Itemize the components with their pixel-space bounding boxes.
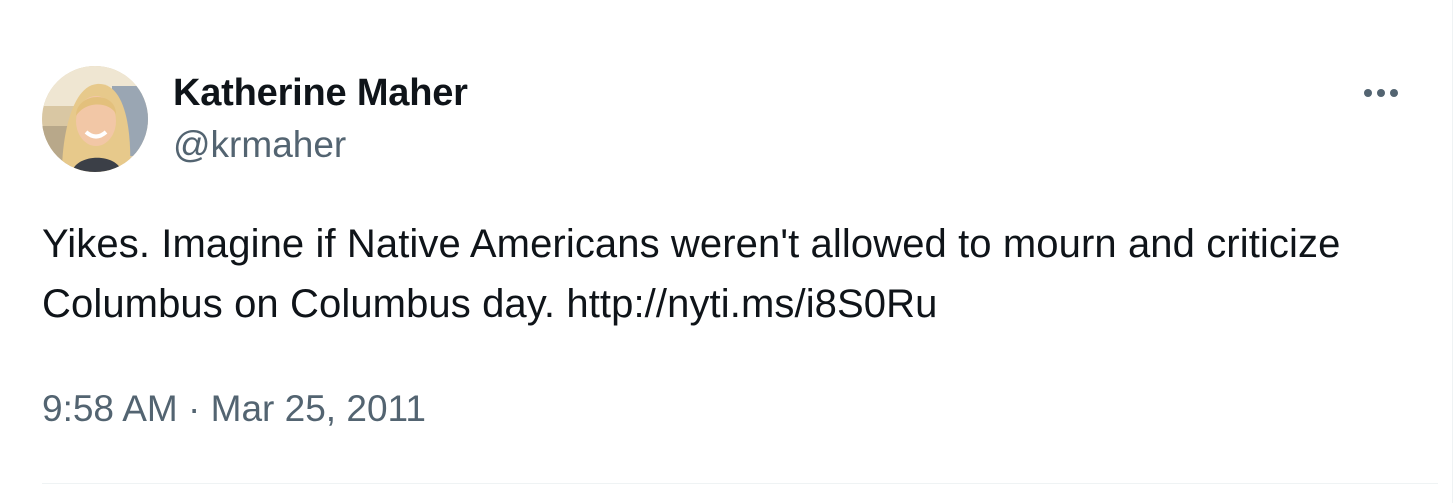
- tweet-card: Katherine Maher @krmaher Yikes. Imagine …: [0, 0, 1456, 503]
- card-edge: [1452, 0, 1453, 503]
- avatar-image: [42, 66, 148, 172]
- more-horizontal-icon: [1364, 89, 1398, 97]
- tweet-date[interactable]: Mar 25, 2011: [211, 388, 426, 429]
- tweet-link[interactable]: http://nyti.ms/i8S0Ru: [566, 282, 937, 326]
- divider: [42, 483, 1438, 484]
- more-options-button[interactable]: [1356, 80, 1406, 106]
- author-block: Katherine Maher @krmaher: [173, 70, 468, 168]
- meta-separator: ·: [177, 388, 211, 429]
- tweet-text: Yikes. Imagine if Native Americans weren…: [42, 214, 1422, 334]
- author-display-name[interactable]: Katherine Maher: [173, 70, 468, 116]
- tweet-time[interactable]: 9:58 AM: [42, 388, 178, 429]
- avatar[interactable]: [42, 66, 148, 172]
- tweet-timestamp: 9:58 AM · Mar 25, 2011: [42, 384, 426, 434]
- author-handle[interactable]: @krmaher: [173, 122, 468, 168]
